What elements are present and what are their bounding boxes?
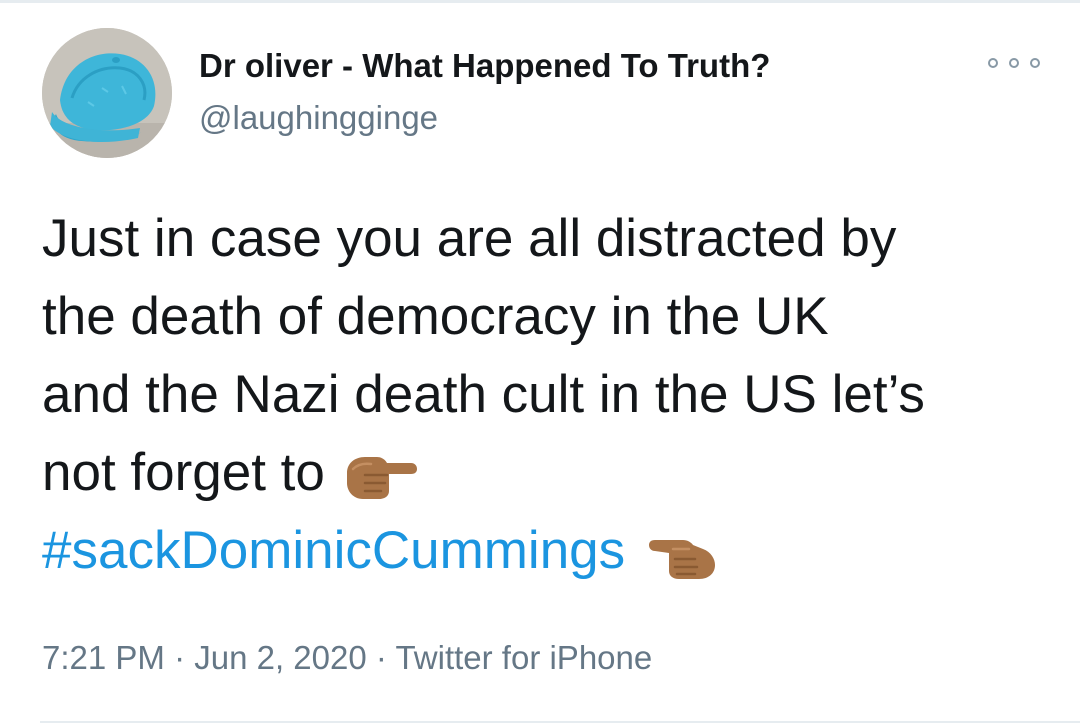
hashtag-link[interactable]: #sackDominicCummings (42, 521, 625, 580)
bottom-divider (40, 721, 1080, 723)
tweet-text-line: #sackDominicCummings (42, 512, 1052, 590)
tweet-text-line: and the Nazi death cult in the US let’s (42, 365, 925, 424)
tweet-text-line: not forget to (42, 434, 1052, 512)
more-options-icon[interactable] (988, 48, 1040, 78)
blue-cap-avatar-image (42, 28, 172, 158)
tweet-meta: 7:21 PM · Jun 2, 2020 · Twitter for iPho… (42, 636, 652, 680)
tweet-text: Just in case you are all distracted by t… (42, 200, 1052, 590)
more-dot (988, 58, 998, 68)
meta-separator: · (164, 639, 195, 676)
more-dot (1030, 58, 1040, 68)
tweet-text-line: the death of democracy in the UK (42, 287, 829, 346)
tweet-source[interactable]: Twitter for iPhone (395, 639, 652, 676)
tweet-text-line: Just in case you are all distracted by (42, 209, 897, 268)
pointing-right-hand-emoji-icon (643, 525, 717, 579)
top-divider (0, 0, 1080, 3)
pointing-right-hand-emoji-icon (343, 445, 417, 499)
author-display-name[interactable]: Dr oliver - What Happened To Truth? (199, 46, 770, 86)
author-handle[interactable]: @laughingginge (199, 98, 438, 138)
more-dot (1009, 58, 1019, 68)
avatar[interactable] (42, 28, 172, 158)
tweet-time[interactable]: 7:21 PM (42, 639, 165, 676)
tweet-text-fragment: not forget to (42, 443, 325, 502)
tweet-date[interactable]: Jun 2, 2020 (194, 639, 366, 676)
meta-separator: · (366, 639, 396, 676)
